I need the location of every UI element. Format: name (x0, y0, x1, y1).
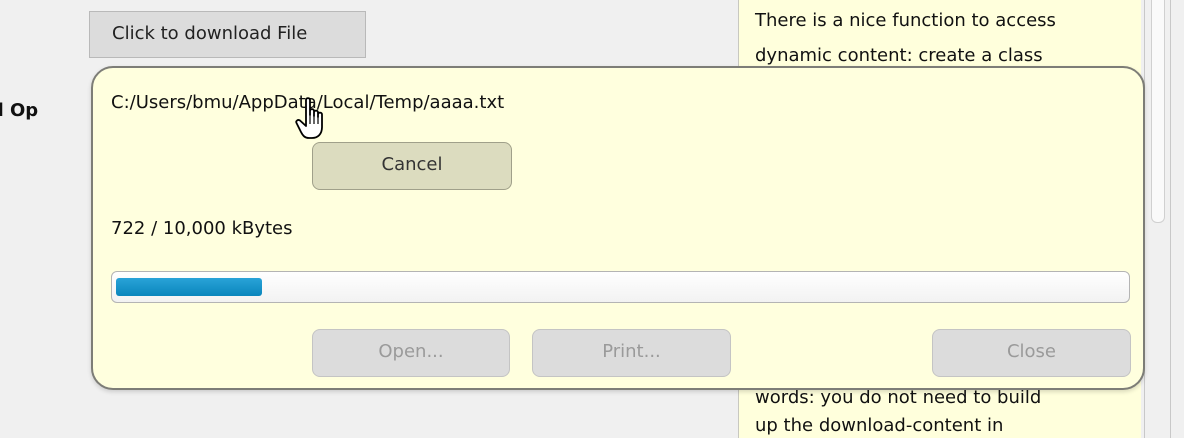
download-file-button[interactable]: Click to download File (89, 11, 366, 58)
info-text-line-4: up the download-content in (755, 415, 1004, 436)
progress-bar (111, 271, 1130, 303)
close-button[interactable]: Close (932, 329, 1131, 377)
scrollbar-thumb[interactable] (1151, 0, 1165, 223)
progress-text: 722 / 10,000 kBytes (111, 218, 293, 239)
download-progress-dialog: C:/Users/bmu/AppData/Local/Temp/aaaa.txt… (91, 66, 1145, 390)
print-button[interactable]: Print... (532, 329, 731, 377)
section-label: nd Op (0, 100, 95, 130)
info-text-line-1: There is a nice function to access (755, 10, 1056, 31)
progress-bar-fill (116, 278, 262, 296)
info-text-line-2: dynamic content: create a class (755, 45, 1043, 66)
hand-pointer-icon (295, 97, 323, 139)
section-label-text: nd Op (0, 100, 39, 121)
scrollbar-edge (1170, 0, 1171, 438)
cancel-button[interactable]: Cancel (312, 142, 512, 190)
open-button[interactable]: Open... (312, 329, 510, 377)
